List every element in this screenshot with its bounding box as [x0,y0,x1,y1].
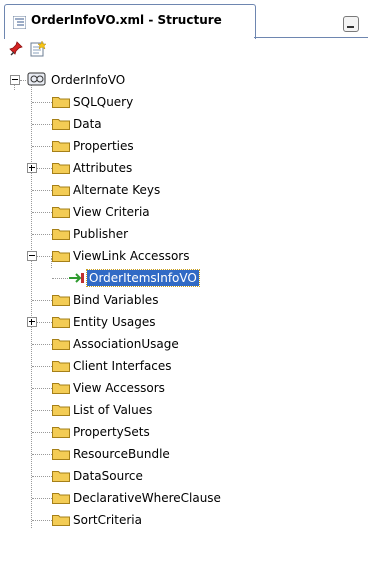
tree-item-publisher[interactable]: Publisher [0,224,368,244]
new-item-icon[interactable] [29,40,47,58]
expand-toggle[interactable] [27,163,37,173]
tree-item-orderitemsinfovo[interactable]: OrderItemsInfoVO [0,268,368,288]
minimize-button[interactable] [343,16,359,32]
tree-item-label: DeclarativeWhereClause [73,491,221,505]
folder-icon [52,141,70,152]
tree-item-properties[interactable]: Properties [0,136,368,156]
structure-tree: OrderInfoVO SQLQuery Data Properties Att… [0,62,368,575]
tab-underline [254,37,368,38]
tree-item-label: Entity Usages [73,315,156,329]
expand-toggle[interactable] [27,317,37,327]
folder-icon [52,119,70,130]
tree-item-label: Publisher [73,227,129,241]
folder-icon [52,405,70,416]
tree-item-label: Properties [73,139,134,153]
tab-structure[interactable]: OrderInfoVO.xml - Structure [4,4,256,39]
tree-item-alternate-keys[interactable]: Alternate Keys [0,180,368,200]
folder-icon [52,163,70,174]
tree-item-sortcriteria[interactable]: SortCriteria [0,510,368,530]
folder-icon [52,317,70,328]
tree-item-data[interactable]: Data [0,114,368,134]
structure-icon [13,16,26,29]
tree-item-entity-usages[interactable]: Entity Usages [0,312,368,332]
minimize-icon [347,26,354,28]
tree-item-label: Data [73,117,102,131]
folder-icon [52,339,70,350]
tree-item-label: ViewLink Accessors [73,249,190,263]
tree-item-client-interfaces[interactable]: Client Interfaces [0,356,368,376]
folder-icon [52,97,70,108]
tree-item-label: SQLQuery [73,95,134,109]
tree-item-label: List of Values [73,403,153,417]
tree-item-label: DataSource [73,469,143,483]
tree-item-label: OrderItemsInfoVO [86,269,200,287]
tree-item-label: Client Interfaces [73,359,172,373]
folder-icon [52,515,70,526]
tree-item-label: SortCriteria [73,513,142,527]
tree-item-label: PropertySets [73,425,150,439]
folder-icon [52,471,70,482]
tree-item-label: AssociationUsage [73,337,179,351]
tree-item-view-criteria[interactable]: View Criteria [0,202,368,222]
tree-item-view-accessors[interactable]: View Accessors [0,378,368,398]
tree-root[interactable]: OrderInfoVO [0,70,368,90]
folder-icon [52,493,70,504]
tree-item-propertysets[interactable]: PropertySets [0,422,368,442]
tree-item-label: View Accessors [73,381,165,395]
tree-item-list-of-values[interactable]: List of Values [0,400,368,420]
viewlink-accessor-icon [69,273,84,283]
folder-icon [52,185,70,196]
tree-item-label: Bind Variables [73,293,159,307]
tab-title: OrderInfoVO.xml - Structure [31,13,222,27]
tree-item-label: ResourceBundle [73,447,170,461]
tree-item-label: Attributes [73,161,133,175]
view-object-icon [27,72,46,86]
folder-icon [52,251,70,262]
tree-item-datasource[interactable]: DataSource [0,466,368,486]
folder-icon [52,229,70,240]
tree-item-viewlink-accessors[interactable]: ViewLink Accessors [0,246,368,266]
folder-icon [52,383,70,394]
tree-item-resourcebundle[interactable]: ResourceBundle [0,444,368,464]
tree-item-sqlquery[interactable]: SQLQuery [0,92,368,112]
tree-item-declarativewhereclause[interactable]: DeclarativeWhereClause [0,488,368,508]
collapse-toggle[interactable] [10,75,20,85]
folder-icon [52,449,70,460]
folder-icon [52,295,70,306]
folder-icon [52,207,70,218]
folder-icon [52,361,70,372]
folder-icon [52,427,70,438]
tree-item-label: Alternate Keys [73,183,161,197]
tree-item-label: View Criteria [73,205,150,219]
tab-bar: OrderInfoVO.xml - Structure [0,0,368,40]
tree-item-attributes[interactable]: Attributes [0,158,368,178]
tree-item-bind-variables[interactable]: Bind Variables [0,290,368,310]
tree-item-associationusage[interactable]: AssociationUsage [0,334,368,354]
pin-icon[interactable] [8,40,26,58]
collapse-toggle[interactable] [27,251,37,261]
tree-root-label: OrderInfoVO [51,73,126,87]
